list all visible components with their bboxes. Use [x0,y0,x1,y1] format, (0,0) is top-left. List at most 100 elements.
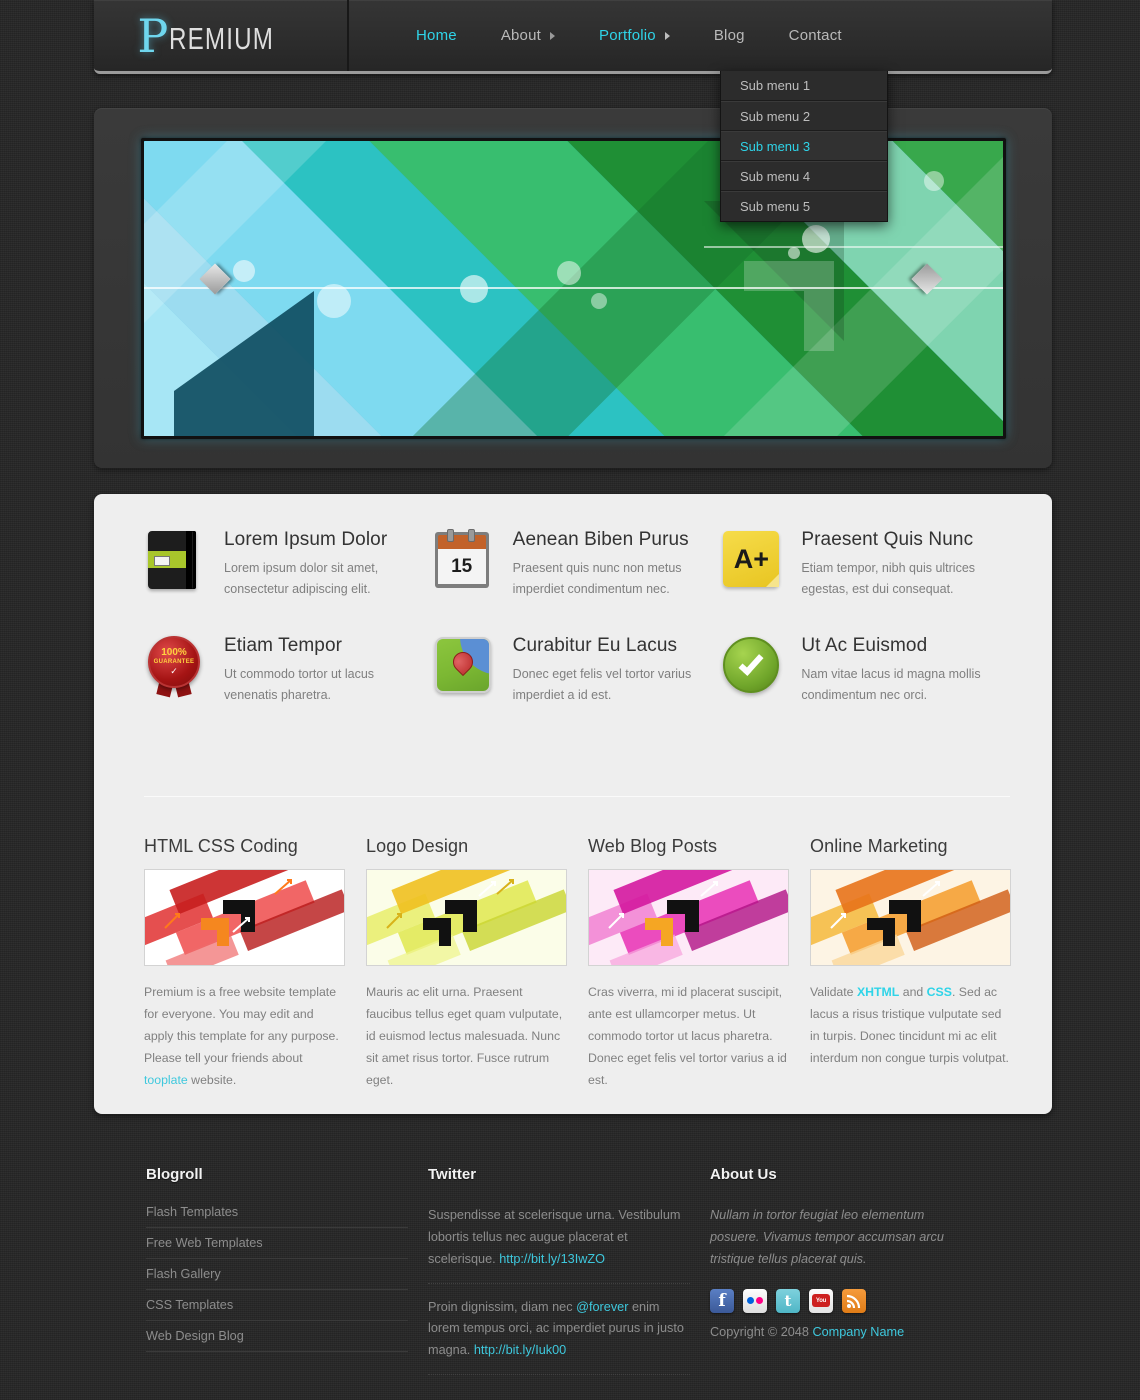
nav-label-contact: Contact [788,27,842,44]
feature-item-lorem-ipsum-dolor[interactable]: Lorem Ipsum Dolor Lorem ipsum dolor sit … [144,529,433,635]
feature-title: Praesent Quis Nunc [801,529,974,550]
chevron-left-icon [199,263,231,295]
column-text-part1: Validate [810,985,857,999]
nav-item-about[interactable]: About [479,0,577,71]
feature-item-ut-ac-euismod[interactable]: Ut Ac Euismod Nam vitae lacus id magna m… [721,635,1010,741]
tweet-item-2: Proin dignissim, diam nec @forever enim … [428,1297,690,1376]
magenta-arrows-thumbnail[interactable] [588,869,789,966]
feature-desc: Etiam tempor, nibh quis ultrices egestas… [801,561,976,596]
chevron-right-icon [911,263,943,295]
footer-title-twitter: Twitter [428,1166,477,1183]
logo[interactable]: PREMIUM [94,0,349,71]
twitter-icon[interactable]: t [776,1288,800,1313]
blogroll-item-free-web-templates[interactable]: Free Web Templates [146,1236,408,1259]
notebook-icon [144,529,206,591]
css-link[interactable]: CSS [927,985,952,999]
copyright: Copyright © 2048 Company Name [710,1325,992,1339]
slider-prev-button[interactable] [199,263,231,308]
features-row-1: Lorem Ipsum Dolor Lorem ipsum dolor sit … [144,529,1010,635]
rss-icon[interactable] [842,1288,866,1313]
submenu-item-3[interactable]: Sub menu 3 [721,131,887,161]
copyright-text: Copyright © 2048 [710,1324,813,1339]
column-title: HTML CSS Coding [144,836,298,856]
slider-next-button[interactable] [911,263,943,308]
grade-text: A+ [723,531,780,587]
site-footer: Blogroll Flash Templates Free Web Templa… [0,1140,1140,1400]
tweet-item-1: Suspendisse at scelerisque urna. Vestibu… [428,1205,690,1284]
column-text: Premium is a free website template for e… [144,982,345,1091]
nav-label-about: About [500,27,542,44]
tweet-mention[interactable]: @forever [576,1300,628,1314]
thumbnail-art [589,870,788,965]
feature-desc: Donec eget felis vel tortor varius imper… [512,667,692,702]
features-grid: Lorem Ipsum Dolor Lorem ipsum dolor sit … [144,529,1010,742]
column-title: Online Marketing [810,836,948,856]
column-text: Cras viverra, mi id placerat suscipit, a… [588,985,787,1087]
facebook-icon[interactable]: f [710,1288,734,1313]
feature-item-curabitur-eu-lacus[interactable]: Curabitur Eu Lacus Donec eget felis vel … [433,635,722,741]
slider-panel [94,108,1052,468]
social-links: f t You [710,1288,992,1313]
about-text: Nullam in tortor feugiat leo elementum p… [710,1208,944,1266]
tweet-link[interactable]: http://bit.ly/13IwZO [499,1252,605,1266]
submenu-item-4[interactable]: Sub menu 4 [721,161,887,191]
nav-label-blog: Blog [713,27,745,44]
grade-note-icon: A+ [721,529,783,591]
rss-glyph [846,1294,861,1308]
nav-label-home: Home [416,27,457,44]
guarantee-badge-icon: 100% GUARANTEE ✓ [144,635,206,698]
column-text-part2: website. [187,1072,237,1087]
yellow-arrows-thumbnail[interactable] [366,869,567,966]
nav-label-portfolio: Portfolio [599,27,656,44]
badge-check-icon: ✓ [170,666,178,677]
main-navigation: Home About Portfolio Blog Contact [352,0,1052,71]
footer-columns: Blogroll Flash Templates Free Web Templa… [146,1166,1012,1388]
feature-desc: Lorem ipsum dolor sit amet, consectetur … [224,561,379,596]
submenu-item-5[interactable]: Sub menu 5 [721,191,887,221]
thumbnail-art [811,870,1010,965]
portfolio-column-online-marketing: Online Marketing Validate XHTML and CSS.… [810,836,1011,1091]
submenu-item-2[interactable]: Sub menu 2 [721,101,887,131]
company-name-link[interactable]: Company Name [812,1325,904,1339]
column-text: Validate XHTML and CSS. Sed ac lacus a r… [810,982,1011,1070]
column-text: Mauris ac elit urna. Praesent faucibus t… [366,985,563,1087]
blogroll-item-web-design-blog[interactable]: Web Design Blog [146,1329,408,1352]
section-divider [144,796,1010,797]
youtube-icon[interactable]: You [809,1288,833,1313]
feature-item-aenean-biben-purus[interactable]: 15 Aenean Biben Purus Praesent quis nunc… [433,529,722,635]
thumbnail-art [145,870,344,965]
badge-percent: 100% [161,646,187,658]
column-title: Logo Design [366,836,469,856]
nav-item-contact[interactable]: Contact [767,0,864,71]
xhtml-link[interactable]: XHTML [857,985,899,999]
nav-item-blog[interactable]: Blog [692,0,767,71]
blogroll-item-flash-gallery[interactable]: Flash Gallery [146,1267,408,1290]
page-root: PREMIUM Home About Portfolio Blog Contac… [0,0,1140,1400]
feature-item-praesent-quis-nunc[interactable]: A+ Praesent Quis Nunc Etiam tempor, nibh… [721,529,1010,635]
tweet-text: Proin dignissim, diam nec [428,1299,577,1314]
site-header: PREMIUM Home About Portfolio Blog Contac… [94,0,1052,74]
red-arrows-thumbnail[interactable] [144,869,345,966]
column-text-mid: and [899,985,927,999]
blogroll-item-flash-templates[interactable]: Flash Templates [146,1205,408,1228]
tooplate-link[interactable]: tooplate [144,1073,188,1087]
calendar-icon: 15 [433,529,495,591]
feature-title: Ut Ac Euismod [801,635,928,657]
feature-title: Etiam Tempor [224,635,343,657]
portfolio-column-logo-design: Logo Design Mauris ac elit urna. Praesen… [366,836,567,1091]
flickr-icon[interactable] [743,1288,767,1313]
tweet-link[interactable]: http://bit.ly/Iuk00 [474,1343,566,1357]
footer-title-blogroll: Blogroll [146,1166,203,1183]
feature-desc: Praesent quis nunc non metus imperdiet c… [512,561,682,596]
chevron-right-icon [550,31,556,40]
nav-item-home[interactable]: Home [394,0,479,71]
nav-list: Home About Portfolio Blog Contact [352,0,1052,71]
orange-arrows-thumbnail[interactable] [810,869,1011,966]
portfolio-column-html-css-coding: HTML CSS Coding Premium is a free websit… [144,836,345,1091]
feature-item-etiam-tempor[interactable]: 100% GUARANTEE ✓ Etiam Tempor Ut commodo… [144,635,433,741]
logo-text: PREMIUM [137,13,303,59]
portfolio-column-web-blog-posts: Web Blog Posts Cras viverra, mi id place… [588,836,789,1091]
blogroll-item-css-templates[interactable]: CSS Templates [146,1298,408,1321]
nav-item-portfolio[interactable]: Portfolio [577,0,692,71]
submenu-item-1[interactable]: Sub menu 1 [721,71,887,101]
